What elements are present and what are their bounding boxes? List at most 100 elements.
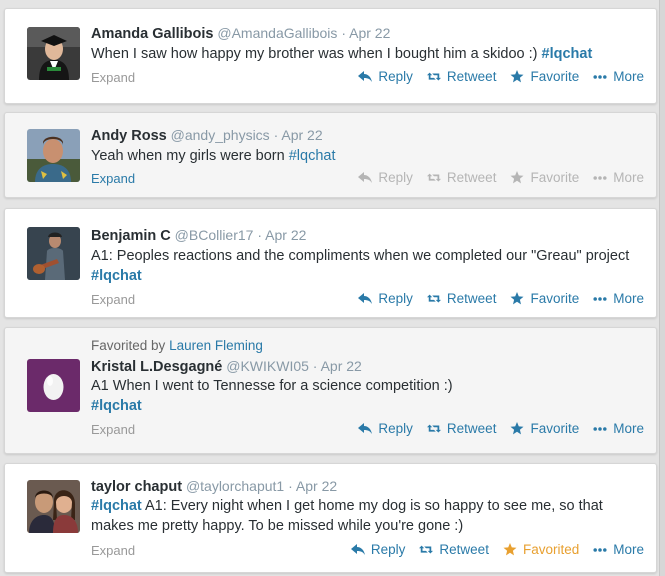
more-label: More: [613, 291, 644, 306]
retweet-button[interactable]: Retweet: [426, 170, 496, 185]
favorite-button[interactable]: Favorite: [510, 69, 579, 84]
more-button[interactable]: More: [593, 291, 644, 306]
retweet-button[interactable]: Retweet: [426, 69, 497, 84]
tweet-header: Benjamin C @BCollier17 · Apr 22: [91, 227, 306, 244]
expand-link[interactable]: Expand: [91, 171, 135, 186]
reply-button[interactable]: Reply: [350, 542, 405, 557]
favorite-button[interactable]: Favorite: [510, 421, 579, 436]
retweet-label: Retweet: [446, 69, 497, 84]
favorited-by-user[interactable]: Lauren Fleming: [169, 338, 263, 353]
reply-arrow-icon: [358, 71, 373, 82]
favorite-label: Favorite: [530, 421, 580, 436]
reply-label: Reply: [378, 421, 413, 436]
tweet-actions: Reply Retweet Favorite More: [358, 170, 644, 185]
tweet-text: A1 When I went to Tennesse for a science…: [91, 376, 491, 416]
tweet-text: #lqchat A1: Every night when I get home …: [91, 496, 636, 536]
timestamp[interactable]: Apr 22: [321, 358, 362, 374]
reply-label: Reply: [378, 291, 413, 306]
tweet-text-body: A1 When I went to Tennesse for a science…: [91, 378, 453, 394]
separator: ·: [312, 358, 318, 374]
tweet-card[interactable]: Andy Ross @andy_physics · Apr 22 Yeah wh…: [4, 112, 657, 198]
retweet-icon: [419, 545, 434, 554]
timestamp[interactable]: Apr 22: [281, 127, 322, 143]
hashtag-link[interactable]: #lqchat: [91, 498, 142, 514]
star-icon: [503, 543, 517, 556]
tweet-text-body: When I saw how happy my brother was when…: [91, 46, 542, 62]
tweet-card[interactable]: Benjamin C @BCollier17 · Apr 22 A1: Peop…: [4, 208, 657, 318]
retweet-label: Retweet: [446, 291, 497, 306]
reply-arrow-icon: [350, 544, 365, 555]
more-button[interactable]: More: [593, 421, 644, 436]
avatar[interactable]: [27, 359, 80, 412]
reply-label: Reply: [378, 170, 413, 185]
retweet-button[interactable]: Retweet: [426, 291, 497, 306]
favorite-label: Favorited: [522, 542, 580, 557]
username[interactable]: @BCollier17: [175, 227, 254, 243]
more-label: More: [613, 69, 644, 84]
username[interactable]: @AmandaGallibois: [217, 25, 337, 41]
tweet-actions: Reply Retweet Favorite More: [358, 421, 644, 436]
hashtag-link[interactable]: #lqchat: [91, 268, 142, 284]
timestamp[interactable]: Apr 22: [349, 25, 390, 41]
fullname[interactable]: Andy Ross: [91, 128, 167, 144]
hashtag-link[interactable]: #lqchat: [289, 148, 336, 164]
tweet-text-tail: A1: Every night when I get home my dog i…: [91, 498, 603, 534]
hashtag-link[interactable]: #lqchat: [542, 46, 593, 62]
expand-link[interactable]: Expand: [91, 292, 135, 307]
avatar[interactable]: [27, 129, 80, 182]
username[interactable]: @taylorchaput1: [186, 478, 284, 494]
tweet-text-body: Yeah when my girls were born: [91, 148, 289, 164]
retweet-icon: [426, 173, 441, 182]
avatar[interactable]: [27, 227, 80, 280]
hashtag-link[interactable]: #lqchat: [91, 398, 142, 414]
retweet-icon: [426, 72, 441, 81]
avatar[interactable]: [27, 480, 80, 533]
timestamp[interactable]: Apr 22: [265, 227, 306, 243]
retweet-button[interactable]: Retweet: [426, 421, 496, 436]
favorite-button[interactable]: Favorite: [510, 291, 579, 306]
reply-button[interactable]: Reply: [358, 291, 413, 306]
ellipsis-icon: [593, 297, 607, 301]
avatar[interactable]: [27, 27, 80, 80]
star-icon: [510, 171, 524, 184]
separator: ·: [288, 478, 293, 494]
username[interactable]: @andy_physics: [171, 127, 270, 143]
fullname[interactable]: Benjamin C: [91, 228, 171, 244]
retweet-icon: [426, 424, 441, 433]
tweet-card[interactable]: taylor chaput @taylorchaput1 · Apr 22 #l…: [4, 463, 657, 573]
star-icon: [510, 70, 524, 83]
reply-button[interactable]: Reply: [358, 170, 413, 185]
favorite-button[interactable]: Favorite: [510, 170, 579, 185]
reply-button[interactable]: Reply: [358, 69, 413, 84]
retweet-icon: [426, 294, 441, 303]
reply-arrow-icon: [358, 172, 373, 183]
graduate-photo-icon: [27, 27, 80, 80]
separator: ·: [341, 25, 346, 41]
guitarist-photo-icon: [27, 227, 80, 280]
fullname[interactable]: Kristal L.Desgagné: [91, 359, 222, 375]
username[interactable]: @KWIKWI05: [226, 358, 309, 374]
favorited-button[interactable]: Favorited: [503, 542, 579, 557]
tweet-card[interactable]: Amanda Gallibois @AmandaGallibois · Apr …: [4, 8, 657, 104]
tweet-actions: Reply Retweet Favorite More: [358, 69, 644, 84]
scrollbar[interactable]: [659, 0, 665, 576]
more-label: More: [613, 421, 644, 436]
more-button[interactable]: More: [593, 69, 644, 84]
tweet-header: taylor chaput @taylorchaput1 · Apr 22: [91, 478, 337, 495]
expand-link[interactable]: Expand: [91, 70, 135, 85]
more-button[interactable]: More: [593, 170, 644, 185]
retweet-button[interactable]: Retweet: [419, 542, 489, 557]
timestamp[interactable]: Apr 22: [296, 478, 337, 494]
tweet-card[interactable]: Favorited by Lauren Fleming Kristal L.De…: [4, 327, 657, 454]
fullname[interactable]: taylor chaput: [91, 479, 182, 495]
fullname[interactable]: Amanda Gallibois: [91, 26, 213, 42]
expand-link[interactable]: Expand: [91, 543, 135, 558]
retweet-label: Retweet: [439, 542, 489, 557]
favorite-label: Favorite: [530, 170, 580, 185]
favorited-by-label: Favorited by: [91, 338, 166, 353]
expand-link[interactable]: Expand: [91, 422, 135, 437]
reply-button[interactable]: Reply: [358, 421, 413, 436]
ellipsis-icon: [593, 548, 607, 552]
more-button[interactable]: More: [593, 542, 644, 557]
tweet-text: A1: Peoples reactions and the compliment…: [91, 246, 636, 286]
